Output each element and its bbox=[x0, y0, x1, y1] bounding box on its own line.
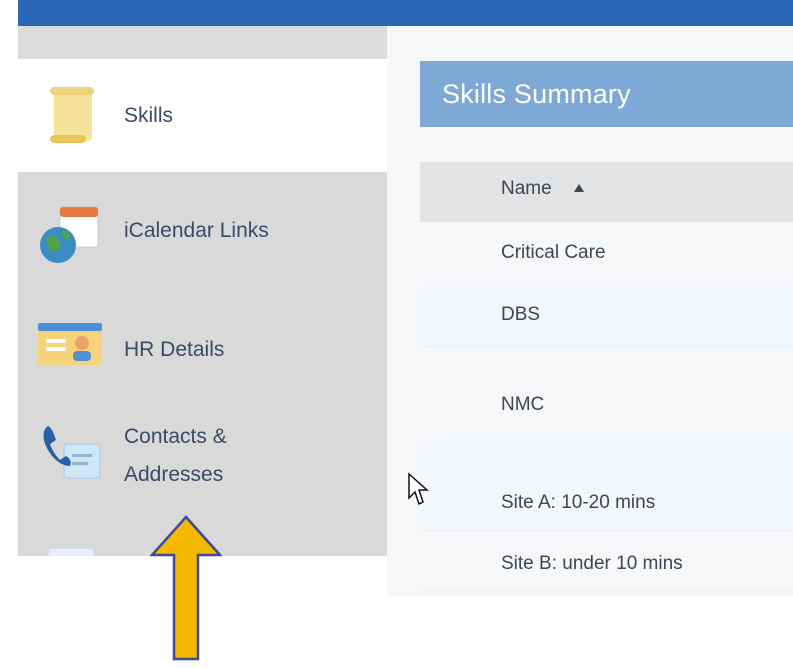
skill-name: Site A: 10-20 mins bbox=[501, 492, 656, 513]
main-content: Skills Summary Name Critical Care DBS NM… bbox=[387, 26, 793, 596]
skill-name: DBS bbox=[501, 304, 541, 325]
screenshot-frame: Skills iCalendar Links HR Details Contac… bbox=[0, 0, 793, 663]
app-top-bar bbox=[18, 0, 793, 30]
skill-name: Site B: under 10 mins bbox=[501, 553, 683, 574]
table-row[interactable]: DBS bbox=[420, 284, 793, 347]
sidebar-item-icalendar-links[interactable]: iCalendar Links bbox=[18, 181, 387, 291]
sidebar-item-label: iCalendar Links bbox=[124, 219, 269, 242]
skill-name: Critical Care bbox=[501, 242, 606, 263]
table-row[interactable]: Site A: 10-20 mins bbox=[420, 442, 793, 531]
mouse-cursor-icon bbox=[407, 472, 429, 506]
name-column-header[interactable]: Name bbox=[501, 178, 552, 200]
sidebar-item-skills[interactable]: Skills bbox=[18, 59, 387, 172]
document-icon bbox=[36, 540, 104, 556]
sidebar-item-contacts-addresses[interactable]: Contacts & Addresses bbox=[18, 406, 387, 518]
table-header: Name bbox=[420, 162, 793, 222]
skills-summary-header: Skills Summary bbox=[420, 61, 793, 127]
skill-name: NMC bbox=[501, 394, 545, 415]
table-row[interactable]: NMC bbox=[420, 346, 793, 443]
table-row[interactable]: Critical Care bbox=[420, 222, 793, 285]
sidebar-item-label: HR Details bbox=[124, 338, 225, 361]
sidebar-item-hr-details[interactable]: HR Details bbox=[18, 299, 387, 399]
sidebar-top-strip bbox=[18, 26, 387, 59]
id-card-icon bbox=[36, 313, 104, 381]
sidebar-item-label: Contacts & bbox=[124, 425, 227, 448]
phone-contact-icon bbox=[36, 420, 104, 488]
sidebar: Skills iCalendar Links HR Details Contac… bbox=[18, 26, 387, 556]
sort-ascending-icon[interactable] bbox=[574, 184, 584, 192]
sidebar-item-label-line2: Addresses bbox=[124, 463, 224, 486]
annotation-arrow-icon bbox=[149, 513, 223, 663]
table-row[interactable]: Site B: under 10 mins bbox=[420, 530, 793, 591]
calendar-globe-icon bbox=[36, 199, 104, 267]
scroll-icon bbox=[36, 81, 104, 149]
sidebar-item-label: Skills bbox=[124, 104, 174, 127]
